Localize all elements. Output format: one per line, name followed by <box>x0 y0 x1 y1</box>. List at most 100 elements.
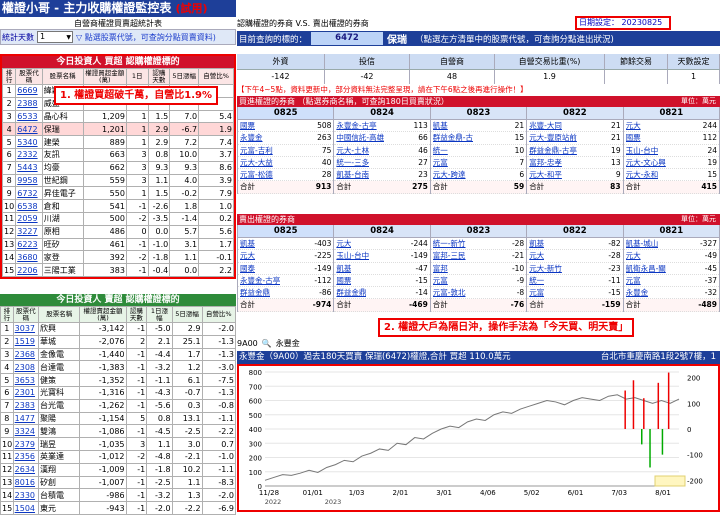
broker-name-link[interactable]: 元大 <box>529 250 544 261</box>
broker-name-link[interactable]: 元大-新竹 <box>529 263 562 274</box>
broker-name-link[interactable]: 國票 <box>240 120 255 131</box>
broker-name-link[interactable]: 玉山-台中 <box>336 250 369 261</box>
broker-name-link[interactable]: 元大-土林 <box>336 145 369 156</box>
stock-code-link[interactable]: 2332 <box>15 147 43 162</box>
broker-name-link[interactable]: 群益金鼎-古亭 <box>529 145 577 156</box>
stock-code-link[interactable]: 2301 <box>12 385 39 400</box>
broker-name-link[interactable]: 統一-三多 <box>336 157 369 168</box>
broker-name-link[interactable]: 統一 <box>529 275 544 286</box>
stock-code-link[interactable]: 2356 <box>12 449 39 464</box>
broker-name-link[interactable]: 元大-文心興 <box>626 157 666 168</box>
stock-code-link[interactable]: 1477 <box>12 411 39 426</box>
broker-name-link[interactable]: 凱衛永昌-關 <box>626 263 666 274</box>
broker-name-link[interactable]: 元富 <box>433 275 448 286</box>
broker-name-link[interactable]: 元富-吉利 <box>240 145 273 156</box>
broker-name-link[interactable]: 元大-大益 <box>240 157 273 168</box>
stock-code-link[interactable]: 2634 <box>12 462 39 477</box>
stock-code-link[interactable]: 5340 <box>15 135 43 149</box>
broker-name-link[interactable]: 凱基-城山 <box>626 238 659 249</box>
broker-name-link[interactable]: 國票 <box>626 132 641 143</box>
broker-name-link[interactable]: 富邦-三民 <box>433 250 466 261</box>
broker-name-link[interactable]: 統一-新竹 <box>433 238 466 249</box>
stock-code-link[interactable]: 2330 <box>12 488 39 503</box>
stock-code-link[interactable]: 6472 <box>15 122 43 137</box>
stock-code-link[interactable]: 2206 <box>15 263 43 277</box>
broker-name-link[interactable]: 元大 <box>626 120 641 131</box>
broker-name-link[interactable]: 元大-跨達 <box>433 169 466 180</box>
query-code-input[interactable]: 6472 <box>311 32 384 45</box>
broker-name-link[interactable]: 凱基 <box>240 238 255 249</box>
broker-name-link[interactable]: 富邦 <box>433 263 448 274</box>
stock-code-link[interactable]: 3324 <box>12 424 39 439</box>
search-icon[interactable]: 🔍 <box>262 337 272 351</box>
stock-code-link[interactable]: 6538 <box>15 199 43 213</box>
broker-name-link[interactable]: 中國信託-高雄 <box>336 132 384 143</box>
broker-name-link[interactable]: 元大 <box>240 250 255 261</box>
broker-name-link[interactable]: 元富 <box>433 157 448 168</box>
broker-name-link[interactable]: 群益金鼎-古 <box>433 132 473 143</box>
broker-name-link[interactable]: 元大 <box>626 250 641 261</box>
broker-name-link[interactable]: 兆豐-大同 <box>529 120 562 131</box>
stock-code-link[interactable]: 9958 <box>15 173 43 188</box>
table-cell: 漢翔 <box>37 462 81 477</box>
broker-value: 244 <box>702 121 717 130</box>
stock-code-link[interactable]: 3653 <box>12 373 39 387</box>
stock-code-link[interactable]: 6732 <box>15 186 43 201</box>
stock-code-link[interactable]: 2379 <box>12 437 39 451</box>
broker-name-link[interactable]: 元富 <box>529 287 544 298</box>
broker-name-link[interactable]: 元大-和平 <box>529 169 562 180</box>
stock-code-link[interactable]: 6669 <box>15 84 43 98</box>
broker-name-link[interactable]: 群益金鼎 <box>240 287 270 298</box>
broker-name-link[interactable]: 永豐金 <box>240 132 263 143</box>
broker-date-header: 0824 <box>334 107 430 120</box>
stock-code-link[interactable]: 8016 <box>12 475 39 490</box>
stock-code-link[interactable]: 2383 <box>12 398 39 413</box>
broker-row: 兆豐-大同 21 <box>527 120 623 133</box>
broker-name-link[interactable]: 元富 <box>626 275 641 286</box>
stat-value-cell <box>605 70 668 84</box>
broker-name-link[interactable]: 國票 <box>336 275 351 286</box>
broker-search-code[interactable]: 9A00 <box>237 337 258 351</box>
stock-code-link[interactable]: 2308 <box>12 360 39 375</box>
broker-name-link[interactable]: 元大 <box>336 238 351 249</box>
broker-value: -37 <box>704 275 717 285</box>
broker-name-link[interactable]: 元富-松德 <box>240 169 273 180</box>
broker-name-link[interactable]: 玉山-台中 <box>626 145 659 156</box>
stock-code-link[interactable]: 3680 <box>15 250 43 265</box>
stock-code-link[interactable]: 3227 <box>15 224 43 239</box>
stock-code-link[interactable]: 2388 <box>15 96 43 111</box>
stock-code-link[interactable]: 6533 <box>15 109 43 124</box>
table-cell: 889 <box>82 135 127 149</box>
table-row: 10 2379 瑞昱 -1,035 3 1.1 3.0 0.7 <box>0 437 237 451</box>
table-cell: 3 <box>0 347 14 362</box>
broker-name-link[interactable]: 元大-豐原站前 <box>529 132 577 143</box>
broker-name-link[interactable]: 凱基 <box>529 238 544 249</box>
table-cell: 1.7 <box>198 237 234 252</box>
broker-name-link[interactable]: 元大-永和 <box>626 169 659 180</box>
table-cell: 5 <box>1 135 17 149</box>
broker-name-link[interactable]: 元富-敦北 <box>433 287 466 298</box>
stock-code-link[interactable]: 1504 <box>12 501 39 515</box>
broker-name-link[interactable]: 群益金鼎 <box>336 287 366 298</box>
stock-code-link[interactable]: 1519 <box>12 334 39 349</box>
broker-name-link[interactable]: 凱基-台南 <box>336 169 369 180</box>
broker-name-link[interactable]: 凱基 <box>336 263 351 274</box>
stock-code-link[interactable]: 2059 <box>15 211 43 226</box>
stock-code-link[interactable]: 5443 <box>15 160 43 175</box>
broker-name-link[interactable]: 富邦-忠孝 <box>529 157 562 168</box>
broker-name-link[interactable]: 統一 <box>433 145 448 156</box>
days-select[interactable]: 1 ▼ <box>37 31 73 43</box>
broker-name-link[interactable]: 永豐金 <box>626 287 649 298</box>
broker-row: 玉山-台中 24 <box>623 145 719 157</box>
stock-code-link[interactable]: 6223 <box>15 237 43 252</box>
price-line <box>264 394 680 481</box>
broker-name-link[interactable]: 凱基 <box>433 120 448 131</box>
broker-name-link[interactable]: 國泰 <box>240 263 255 274</box>
table-cell: -6.7 <box>169 122 200 137</box>
date-setting[interactable]: 日期設定： 20230825 <box>575 16 671 30</box>
table-cell: 雙鴻 <box>37 424 81 439</box>
broker-name-link[interactable]: 永豐金-古亭 <box>336 120 376 131</box>
stock-code-link[interactable]: 3037 <box>12 322 39 336</box>
stock-code-link[interactable]: 2368 <box>12 347 39 362</box>
broker-name-link[interactable]: 永豐金-古亭 <box>240 275 280 286</box>
